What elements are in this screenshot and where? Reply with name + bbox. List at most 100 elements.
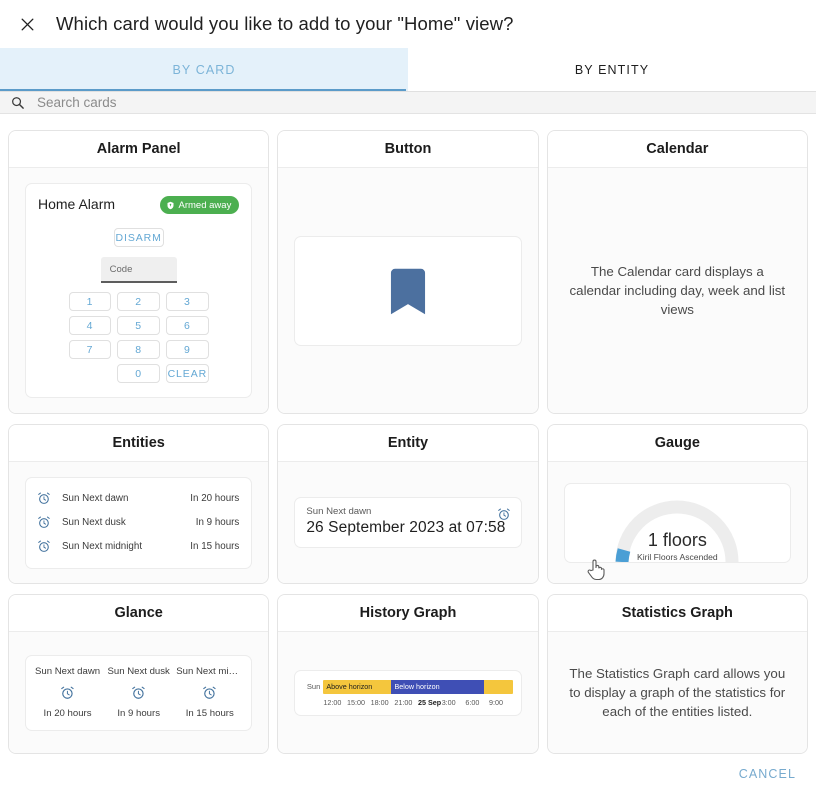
tab-by-entity[interactable]: BY ENTITY [408, 48, 816, 91]
glance-card-preview: Sun Next dawn In 20 hours Sun Next dusk … [25, 654, 253, 731]
list-item-state: In 9 hours [195, 517, 240, 528]
glance-item-state: In 20 hours [43, 707, 92, 719]
glance-item-name: Sun Next dawn [35, 665, 101, 677]
clock-alert-icon [38, 492, 60, 505]
axis-tick: 15:00 [347, 697, 365, 707]
card-option-entities[interactable]: Entities Sun Next dawn In 20 hours Sun N… [8, 424, 270, 584]
list-item[interactable]: Sun Next dawn In 20 hours [38, 487, 239, 511]
list-item-name: Sun Next dusk [62, 517, 126, 528]
keypad-key[interactable]: 9 [165, 340, 209, 359]
glance-item[interactable]: Sun Next midni... In 15 hours [174, 666, 245, 719]
alarm-entity-name: Home Alarm [38, 196, 116, 212]
alarm-code-input[interactable]: Code [100, 257, 177, 283]
card-option-title: Button [278, 131, 538, 168]
axis-tick-date: 25 Sep [418, 697, 442, 707]
card-option-statistics-graph[interactable]: Statistics Graph The Statistics Graph ca… [546, 594, 808, 754]
keypad-key-clear[interactable]: CLEAR [165, 364, 209, 383]
list-item[interactable]: Sun Next dusk In 9 hours [38, 511, 239, 535]
search-bar [0, 92, 816, 114]
entity-state: 26 September 2023 at 07:58 [306, 519, 506, 536]
glance-item[interactable]: Sun Next dawn In 20 hours [32, 666, 103, 719]
clock-alert-icon [174, 686, 245, 700]
axis-tick: 9:00 [489, 697, 504, 707]
clock-alert-icon [103, 686, 174, 700]
keypad-key[interactable]: 6 [165, 316, 209, 335]
gauge-card-preview[interactable]: 1 floors Kiril Floors Ascended [563, 482, 791, 563]
clock-alert-icon [38, 540, 60, 553]
card-option-title: Calendar [547, 131, 807, 168]
gauge-label: Kiril Floors Ascended [636, 551, 718, 562]
clock-alert-icon [32, 686, 103, 700]
card-option-glance[interactable]: Glance Sun Next dawn In 20 hours Sun Nex… [8, 594, 270, 754]
axis-tick: 3:00 [441, 697, 456, 707]
keypad-key[interactable]: 5 [117, 316, 160, 335]
glance-item-name: Sun Next midni... [176, 665, 246, 677]
history-segment-label: Below horizon [394, 682, 440, 691]
history-segment[interactable]: Above horizon [323, 679, 392, 694]
close-icon[interactable] [14, 11, 40, 37]
disarm-button[interactable]: DISARM [113, 228, 164, 247]
tabbar: BY CARD BY ENTITY [0, 48, 816, 92]
dialog-header: Which card would you like to add to your… [0, 0, 816, 48]
glance-item[interactable]: Sun Next dusk In 9 hours [103, 666, 174, 719]
card-option-title: Entity [278, 425, 538, 462]
bookmark-icon [377, 260, 439, 322]
tab-by-card-label: BY CARD [172, 62, 236, 77]
list-item-state: In 15 hours [190, 541, 240, 552]
glance-item-state: In 9 hours [117, 707, 160, 719]
button-card-preview[interactable] [294, 235, 522, 346]
shield-icon [166, 201, 175, 210]
keypad-key[interactable]: 4 [68, 316, 112, 335]
entities-card-preview: Sun Next dawn In 20 hours Sun Next dusk … [25, 476, 253, 569]
keypad-key[interactable]: 3 [165, 292, 209, 311]
alarm-keypad: 1 2 3 4 5 6 7 8 9 0 CLEAR [68, 292, 209, 383]
keypad-key[interactable]: 1 [68, 292, 112, 311]
keypad-key-zero[interactable]: 0 [117, 364, 160, 383]
card-option-title: Statistics Graph [547, 595, 807, 632]
history-graph-preview: Sun Above horizon Below horizon 12:00 15… [294, 669, 522, 716]
card-option-alarm-panel[interactable]: Alarm Panel Home Alarm Armed away DISARM… [8, 130, 270, 414]
list-item[interactable]: Sun Next midnight In 15 hours [38, 535, 239, 559]
card-option-gauge[interactable]: Gauge 1 floors Kiril Floors Ascended [546, 424, 808, 584]
keypad-key[interactable]: 8 [117, 340, 160, 359]
history-segment[interactable] [484, 679, 513, 694]
alarm-panel-preview: Home Alarm Armed away DISARM Code 1 2 3 … [25, 183, 253, 398]
entity-card-preview[interactable]: Sun Next dawn 26 September 2023 at 07:58 [294, 497, 522, 548]
status-badge-label: Armed away [178, 199, 232, 211]
card-option-title: Entities [9, 425, 269, 462]
history-segment[interactable]: Below horizon [391, 679, 485, 694]
keypad-key[interactable]: 7 [68, 340, 112, 359]
list-item-state: In 20 hours [190, 493, 240, 504]
status-badge: Armed away [159, 196, 240, 214]
history-axis: 12:00 15:00 18:00 21:00 25 Sep 3:00 6:00… [323, 698, 512, 707]
clock-alert-icon [38, 516, 60, 529]
dialog-footer: CANCEL [0, 756, 816, 792]
axis-tick: 12:00 [323, 697, 342, 707]
cancel-button[interactable]: CANCEL [731, 763, 804, 785]
axis-tick: 18:00 [370, 697, 389, 707]
card-option-title: History Graph [278, 595, 538, 632]
entity-name: Sun Next dawn [306, 506, 372, 517]
axis-tick: 6:00 [465, 697, 480, 707]
tab-active-indicator [0, 89, 406, 91]
history-series-label: Sun [306, 682, 321, 691]
card-option-calendar[interactable]: Calendar The Calendar card displays a ca… [546, 130, 808, 414]
keypad-key[interactable]: 2 [117, 292, 160, 311]
card-option-title: Gauge [547, 425, 807, 462]
tab-by-card[interactable]: BY CARD [0, 48, 408, 91]
card-option-entity[interactable]: Entity Sun Next dawn 26 September 2023 a… [277, 424, 539, 584]
history-segment-label: Above horizon [326, 682, 373, 691]
card-option-button[interactable]: Button [277, 130, 539, 414]
card-option-history-graph[interactable]: History Graph Sun Above horizon Below ho… [277, 594, 539, 754]
add-card-dialog: Which card would you like to add to your… [0, 0, 816, 792]
history-bar-track: Above horizon Below horizon [323, 679, 513, 694]
page-title: Which card would you like to add to your… [56, 13, 514, 34]
glance-item-name: Sun Next dusk [107, 665, 170, 677]
search-input[interactable] [37, 94, 637, 110]
card-picker-grid: Alarm Panel Home Alarm Armed away DISARM… [0, 118, 816, 756]
card-option-title: Alarm Panel [9, 131, 269, 168]
card-option-description: The Statistics Graph card allows you to … [569, 665, 786, 720]
glance-item-state: In 15 hours [185, 707, 234, 719]
search-icon [10, 95, 25, 110]
list-item-name: Sun Next midnight [62, 541, 143, 552]
